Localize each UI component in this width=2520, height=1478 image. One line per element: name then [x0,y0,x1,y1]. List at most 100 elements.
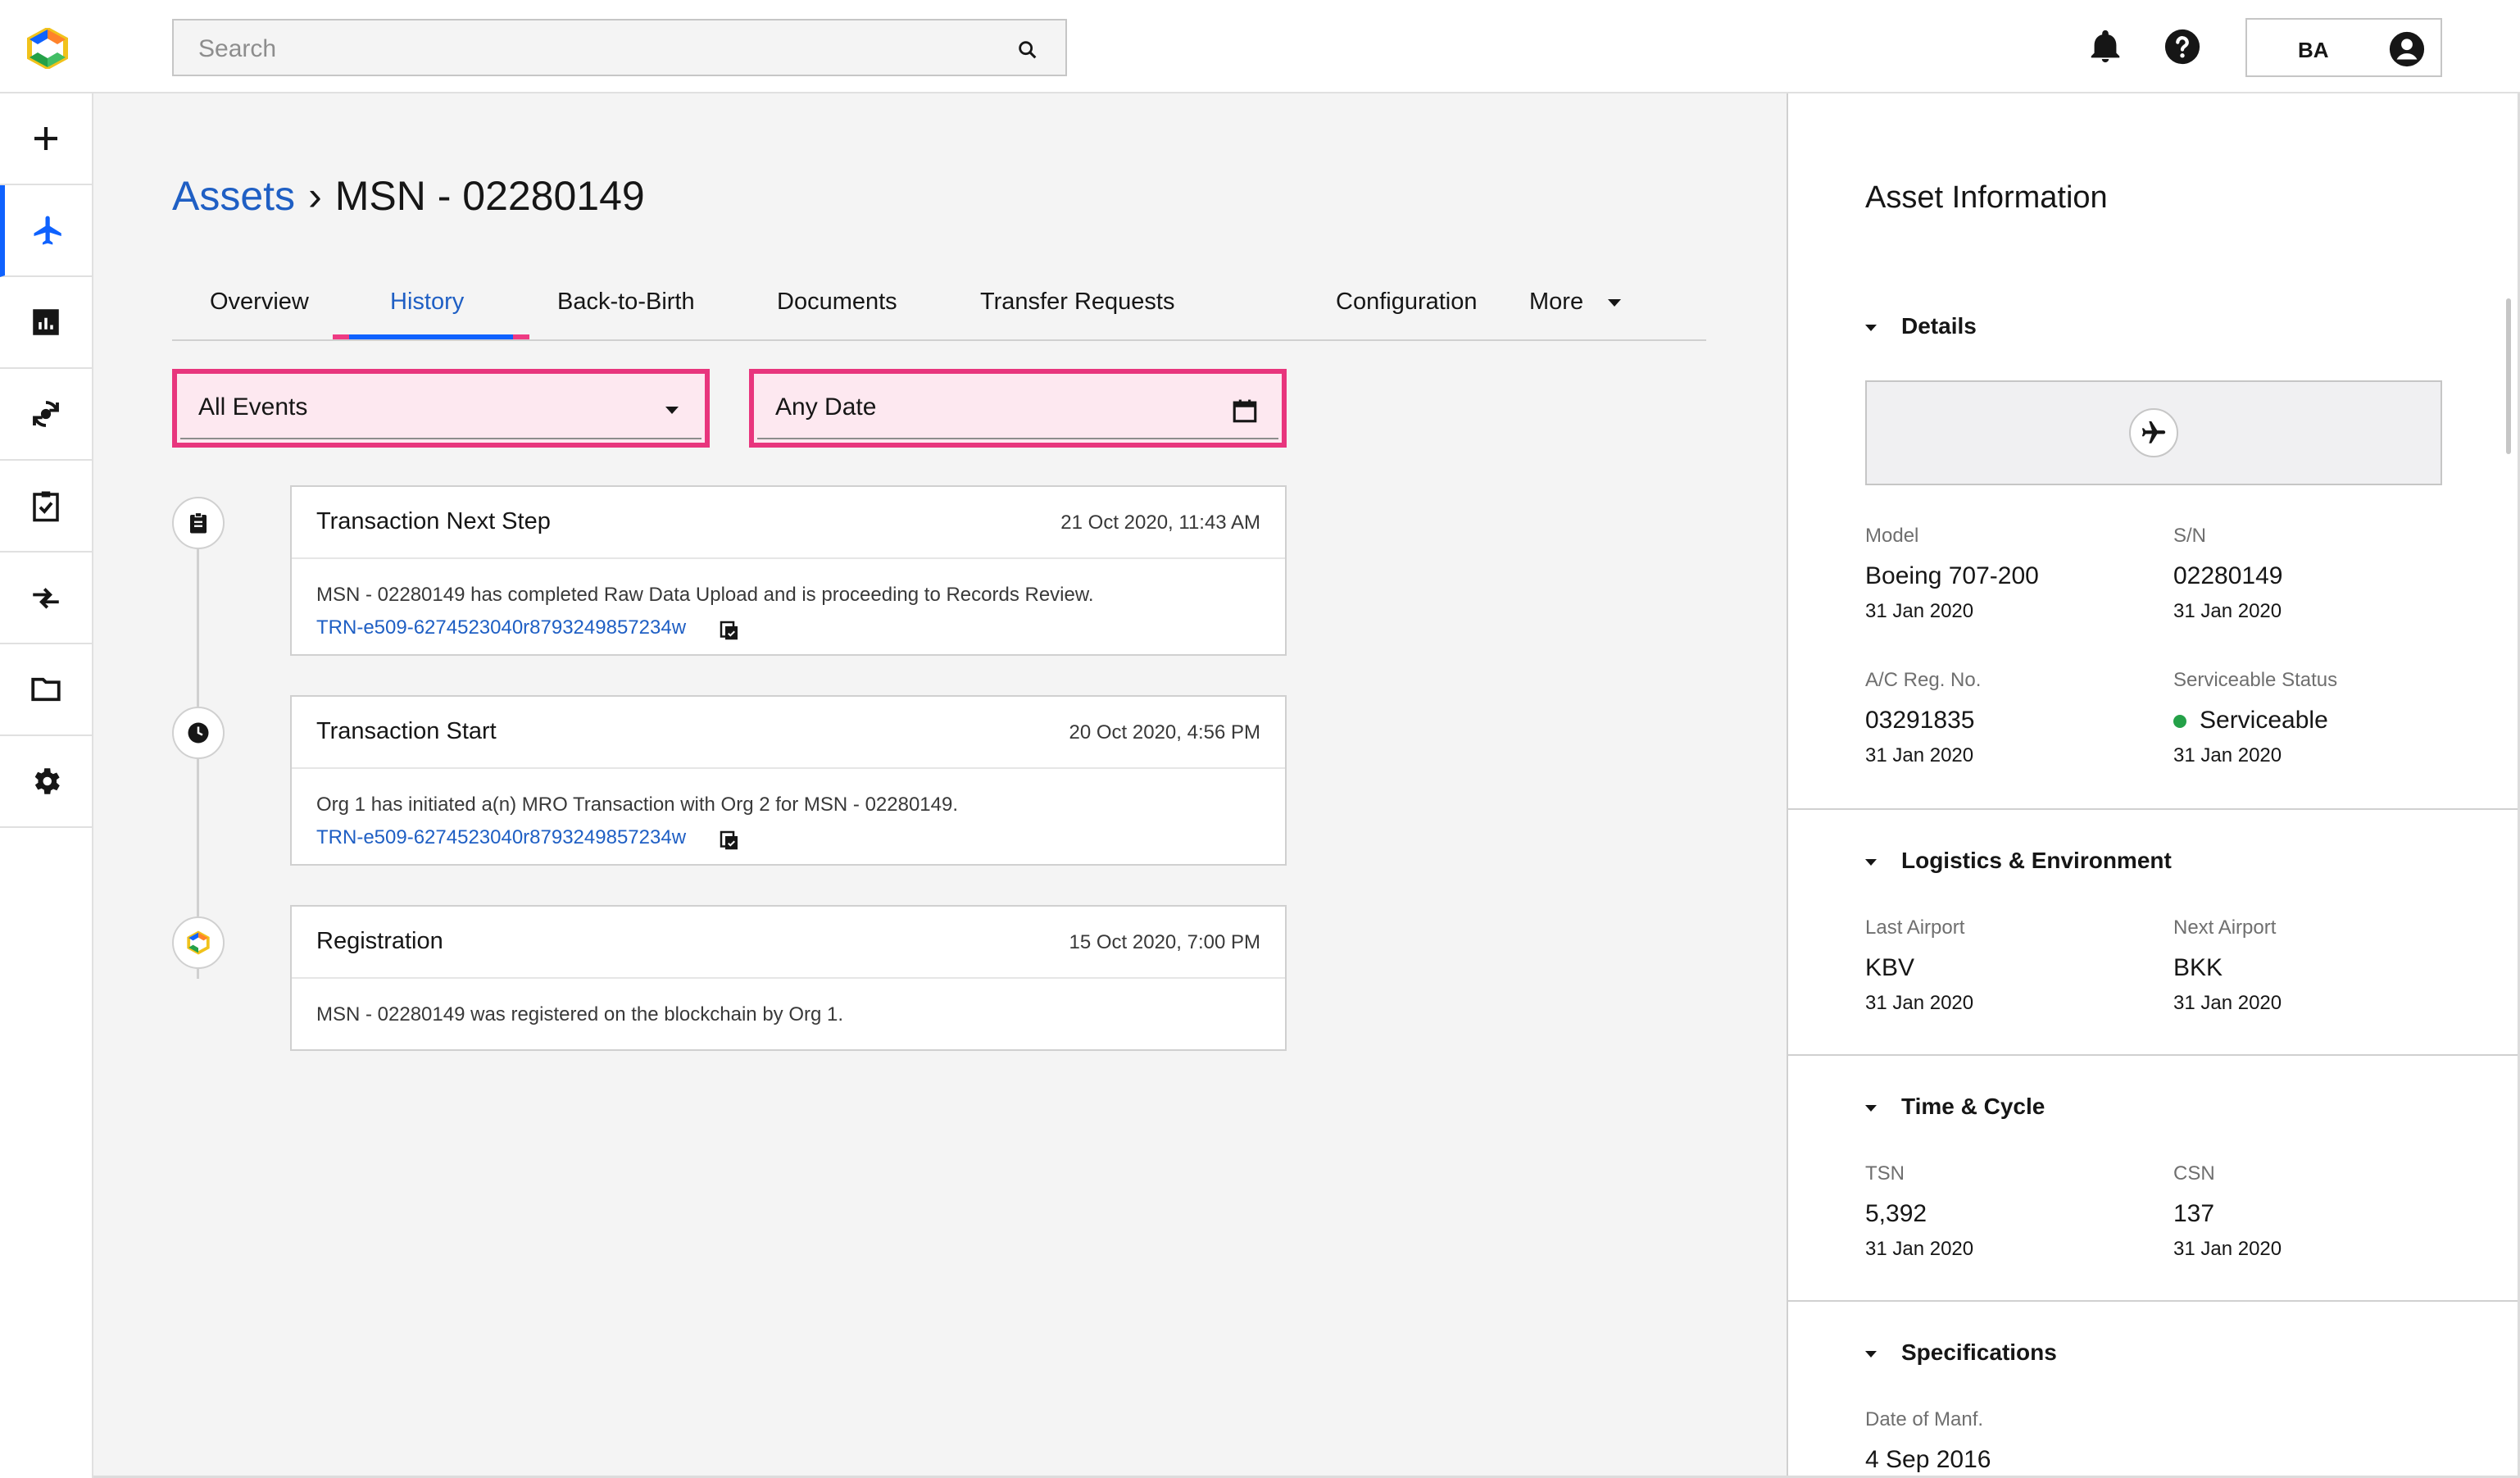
field-value: KBV [1865,954,1915,981]
page-title: MSN - 02280149 [334,173,645,219]
section-title: Details [1901,313,1977,339]
active-tab-indicator-inner [349,334,513,339]
field-label: Next Airport [2173,916,2277,939]
copy-icon[interactable] [717,618,742,643]
tab-bar: Overview History Back-to-Birth Documents… [172,269,1706,341]
calendar-icon[interactable] [1231,397,1259,425]
event-date: 21 Oct 2020, 11:43 AM [1060,512,1260,534]
asset-image-badge [2129,408,2178,457]
bell-icon[interactable] [2086,28,2124,66]
transaction-link[interactable]: TRN-e509-6274523040r8793249857234w [316,612,686,644]
panel-title: Asset Information [1865,180,2108,215]
search-icon[interactable] [1016,39,1039,61]
section-details-toggle[interactable]: Details [1865,313,1977,339]
chevron-down-icon [665,407,679,414]
rail-item-documents[interactable] [0,644,92,736]
folder-icon [31,677,61,702]
logo-icon [187,930,210,955]
tab-configuration[interactable]: Configuration [1336,289,1478,316]
user-menu[interactable]: BA [2245,18,2442,77]
tab-history[interactable]: History [390,289,464,316]
date-picker[interactable]: Any Date [749,369,1287,448]
transaction-link[interactable]: TRN-e509-6274523040r8793249857234w [316,821,686,854]
event-card: Transaction Start 20 Oct 2020, 4:56 PM O… [290,695,1287,866]
chevron-down-icon [1865,1350,1877,1357]
section-time-cycle-toggle[interactable]: Time & Cycle [1865,1094,2045,1120]
active-tab-indicator [333,334,529,339]
rail-item-tasks[interactable] [0,461,92,553]
event-card: Transaction Next Step 21 Oct 2020, 11:43… [290,485,1287,656]
bar-chart-icon [33,309,59,335]
user-avatar-icon [2389,31,2425,67]
event-date: 15 Oct 2020, 7:00 PM [1069,931,1260,953]
event-description: MSN - 02280149 has completed Raw Data Up… [316,584,1094,606]
event-title: Registration [316,928,443,954]
search-input[interactable]: Search [198,35,276,63]
clipboard-check-icon [33,491,59,522]
chevron-down-icon [1608,298,1622,307]
chevron-down-icon [1865,858,1877,866]
date-picker-field: Any Date [757,377,1278,439]
field-tsn: TSN 5,392 31 Jan 2020 [1865,1162,2160,1261]
field-value: Serviceable [2173,707,2468,734]
search-bar[interactable]: Search [172,19,1067,76]
status-dot [2173,715,2186,729]
field-date: 31 Jan 2020 [1865,600,1974,622]
tab-more[interactable]: More [1529,289,1622,316]
field-label: Model [1865,525,1919,547]
copy-icon[interactable] [717,828,742,853]
panel-scrollbar[interactable] [2506,298,2511,454]
event-card-body: MSN - 02280149 has completed Raw Data Up… [292,559,1285,664]
section-divider [1788,1054,2518,1056]
rail-item-add[interactable] [0,93,92,185]
section-title: Time & Cycle [1901,1094,2046,1119]
field-label: Date of Manf. [1865,1408,1984,1430]
event-card-body: Org 1 has initiated a(n) MRO Transaction… [292,769,1285,874]
timeline-node [172,707,225,759]
event-card-header: Transaction Start 20 Oct 2020, 4:56 PM [292,697,1285,769]
field-date: 31 Jan 2020 [1865,1238,1974,1260]
field-next-airport: Next Airport BKK 31 Jan 2020 [2173,916,2468,1015]
field-value: 02280149 [2173,562,2283,589]
tab-overview[interactable]: Overview [210,289,309,316]
section-title: Logistics & Environment [1901,848,2172,873]
rail-item-transfers[interactable] [0,553,92,644]
event-title: Transaction Next Step [316,508,551,534]
tab-documents[interactable]: Documents [777,289,897,316]
section-logistics-toggle[interactable]: Logistics & Environment [1865,848,2172,874]
rail-item-analytics[interactable] [0,277,92,369]
field-value: 4 Sep 2016 [1865,1446,1991,1473]
app-logo-icon[interactable] [25,28,70,69]
field-value: BKK [2173,954,2223,981]
event-type-dropdown-field: All Events [180,377,702,439]
main-content: Assets › MSN - 02280149 Overview History B… [93,93,1787,1478]
field-date: 31 Jan 2020 [2173,744,2282,766]
help-icon[interactable] [2164,28,2201,66]
field-label: A/C Reg. No. [1865,669,1982,691]
clock-icon [188,722,209,744]
rail-item-settings[interactable] [0,736,92,828]
event-card-body: MSN - 02280149 was registered on the blo… [292,979,1285,1051]
field-serviceable-status: Serviceable Status Serviceable 31 Jan 20… [2173,669,2468,767]
tab-back-to-birth[interactable]: Back-to-Birth [557,289,695,316]
field-reg-number: A/C Reg. No. 03291835 31 Jan 2020 [1865,669,2160,767]
asset-image-placeholder [1865,380,2442,485]
field-value: 03291835 [1865,707,1975,734]
rail-item-sync[interactable] [0,369,92,461]
section-specifications-toggle[interactable]: Specifications [1865,1339,2057,1366]
field-date: 31 Jan 2020 [2173,1238,2282,1260]
field-date: 31 Jan 2020 [1865,992,1974,1014]
event-type-dropdown[interactable]: All Events [172,369,710,448]
top-header: Search BA [0,0,2520,93]
breadcrumb-assets-link[interactable]: Assets [172,173,295,219]
clipboard-icon [190,512,207,534]
tab-transfer-requests[interactable]: Transfer Requests [980,289,1174,316]
plus-icon [34,127,57,150]
event-title: Transaction Start [316,718,497,744]
section-title: Specifications [1901,1339,2057,1365]
field-date: 31 Jan 2020 [2173,600,2282,622]
event-description: MSN - 02280149 was registered on the blo… [316,1003,844,1026]
field-csn: CSN 137 31 Jan 2020 [2173,1162,2468,1261]
rail-item-assets[interactable] [0,185,92,277]
section-divider [1788,808,2518,810]
